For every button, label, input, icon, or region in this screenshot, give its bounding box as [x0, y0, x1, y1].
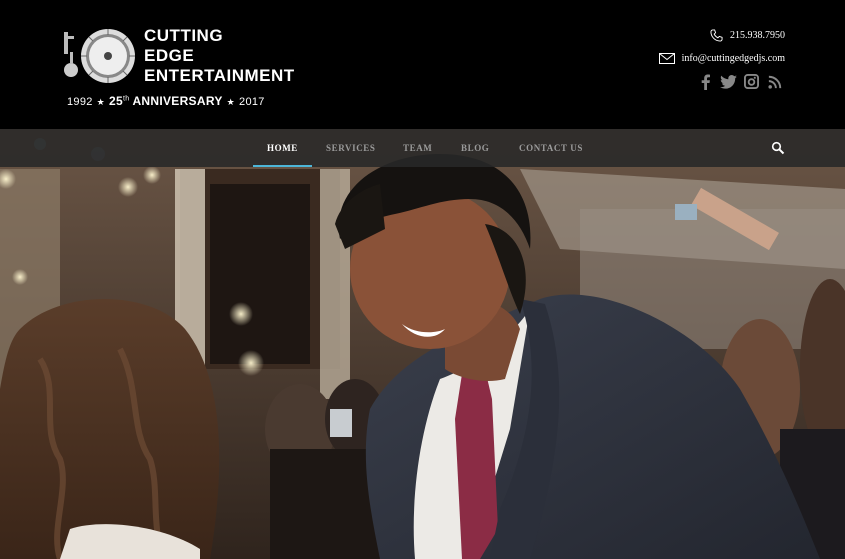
saw-blade-logo-icon [64, 29, 135, 83]
logo-line-2: EDGE [144, 46, 195, 65]
site-logo[interactable]: CUTTING EDGE ENTERTAINMENT 1992 ★ 25th ANNI… [62, 24, 294, 110]
envelope-icon [658, 52, 675, 64]
search-icon[interactable] [771, 141, 785, 155]
anniversary-end-year: 2017 [239, 96, 265, 108]
nav-contact-us[interactable]: CONTACT US [519, 129, 583, 167]
email-address[interactable]: info@cuttingedgedjs.com [682, 53, 785, 64]
social-links [659, 73, 783, 90]
anniversary-number: 25 [109, 94, 123, 108]
logo-line-3: ENTERTAINMENT [144, 66, 295, 85]
anniversary-tagline: 1992 ★ 25th ANNIVERSARY ★ 2017 [67, 94, 265, 108]
hero-photo [0, 129, 845, 559]
rss-icon[interactable] [766, 73, 783, 90]
star-icon: ★ [96, 97, 106, 107]
anniversary-start-year: 1992 [67, 96, 93, 108]
email-row[interactable]: info@cuttingedgedjs.com [658, 49, 785, 67]
logo-wordmark: CUTTING EDGE ENTERTAINMENT [144, 26, 295, 86]
nav-blog[interactable]: BLOG [461, 129, 489, 167]
logo-line-1: CUTTING [144, 26, 224, 45]
facebook-icon[interactable] [697, 73, 714, 90]
phone-icon [710, 28, 723, 42]
star-icon: ★ [226, 97, 236, 107]
site-header: CUTTING EDGE ENTERTAINMENT 1992 ★ 25th ANNI… [0, 0, 845, 129]
anniversary-word: ANNIVERSARY [132, 94, 223, 108]
contact-info: 215.938.7950 info@cuttingedgedjs.com [658, 26, 785, 90]
phone-row[interactable]: 215.938.7950 [659, 26, 785, 44]
anniversary-ordinal: th [123, 95, 130, 103]
twitter-icon[interactable] [720, 73, 737, 90]
phone-number[interactable]: 215.938.7950 [730, 30, 785, 41]
main-nav: HOME SERVICES TEAM BLOG CONTACT US [0, 129, 845, 167]
hero-banner: HOME SERVICES TEAM BLOG CONTACT US [0, 129, 845, 559]
nav-home[interactable]: HOME [253, 129, 312, 167]
nav-team[interactable]: TEAM [403, 129, 432, 167]
instagram-icon[interactable] [743, 73, 760, 90]
nav-services[interactable]: SERVICES [326, 129, 376, 167]
